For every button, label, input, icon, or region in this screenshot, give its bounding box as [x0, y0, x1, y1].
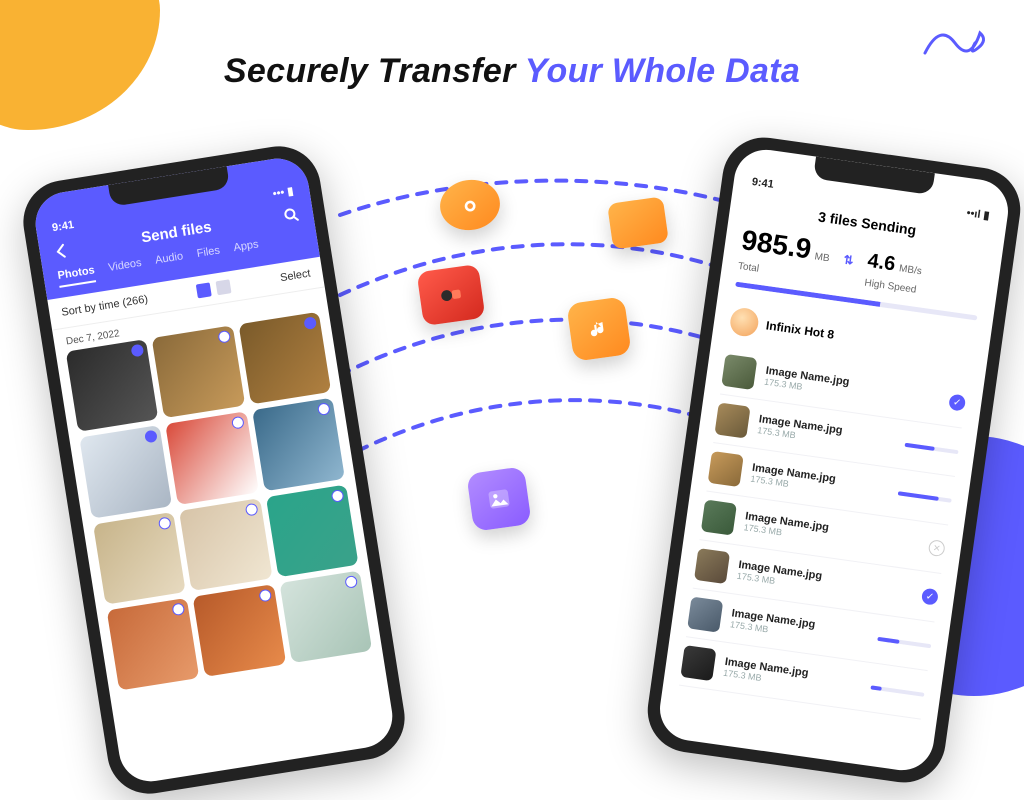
- check-icon: ✓: [948, 394, 966, 412]
- photo-thumb[interactable]: [193, 584, 286, 677]
- item-progress-bar: [898, 491, 952, 502]
- sort-label[interactable]: Sort by time (266): [61, 293, 149, 319]
- photo-thumb[interactable]: [252, 398, 345, 491]
- tab-photos[interactable]: Photos: [57, 264, 97, 288]
- photo-thumb[interactable]: [279, 571, 372, 664]
- file-thumb: [701, 499, 737, 535]
- select-indicator-icon[interactable]: [172, 602, 186, 616]
- file-thumb: [680, 645, 716, 681]
- file-thumb: [694, 548, 730, 584]
- check-icon: ✓: [921, 588, 939, 606]
- select-indicator-icon[interactable]: [217, 330, 231, 344]
- file-size: 175.3 MB: [729, 619, 867, 648]
- select-indicator-icon[interactable]: [317, 403, 331, 417]
- search-icon[interactable]: [282, 205, 300, 223]
- select-indicator-icon[interactable]: [344, 575, 358, 589]
- file-thumb: [721, 354, 757, 390]
- photo-thumb[interactable]: [66, 339, 159, 432]
- photo-thumb[interactable]: [152, 325, 245, 418]
- file-size: 175.3 MB: [750, 474, 888, 503]
- file-name: Image Name.jpg175.3 MB: [750, 462, 890, 503]
- select-indicator-icon[interactable]: [258, 589, 272, 603]
- photo-thumb[interactable]: [266, 484, 359, 577]
- file-size: 175.3 MB: [757, 425, 895, 454]
- speed-value: 4.6: [866, 250, 897, 276]
- select-indicator-icon[interactable]: [158, 516, 172, 530]
- photo-thumb[interactable]: [93, 512, 186, 605]
- tab-audio[interactable]: Audio: [154, 250, 185, 272]
- file-size: 175.3 MB: [723, 668, 861, 697]
- total-value: 985.9: [740, 224, 814, 264]
- tab-videos[interactable]: Videos: [107, 257, 143, 280]
- status-signal-icon: ••ıl ▮: [966, 206, 991, 222]
- photo-thumb[interactable]: [79, 425, 172, 518]
- device-name: Infinix Hot 8: [765, 318, 835, 341]
- select-indicator-icon[interactable]: [303, 316, 317, 330]
- back-icon[interactable]: [53, 241, 71, 259]
- select-indicator-icon[interactable]: [331, 489, 345, 503]
- select-indicator-icon[interactable]: [231, 416, 245, 430]
- photo-thumb[interactable]: [107, 598, 200, 691]
- avatar: [728, 306, 760, 338]
- photo-thumb[interactable]: [179, 498, 272, 591]
- video-icon: [417, 264, 486, 326]
- tab-files[interactable]: Files: [196, 244, 222, 265]
- folder-icon: [607, 196, 669, 249]
- select-indicator-icon[interactable]: [145, 430, 159, 444]
- camera-icon: [437, 176, 503, 234]
- select-toggle[interactable]: Select: [279, 268, 311, 285]
- cancel-icon[interactable]: ✕: [928, 539, 946, 557]
- photo-thumb[interactable]: [166, 412, 259, 505]
- select-indicator-icon[interactable]: [131, 344, 145, 358]
- transfer-icon: ⇅: [843, 252, 855, 267]
- photo-thumb[interactable]: [238, 312, 331, 405]
- item-progress-bar: [870, 685, 924, 696]
- tab-apps[interactable]: Apps: [233, 238, 261, 260]
- phone-sender: 9:41 ••• ▮ Send files PhotosVideosAudioF…: [17, 140, 410, 799]
- file-thumb: [708, 451, 744, 487]
- select-indicator-icon[interactable]: [244, 502, 258, 516]
- file-name: Image Name.jpg175.3 MB: [757, 413, 897, 454]
- file-thumb: [714, 402, 750, 438]
- view-list-icon[interactable]: [216, 279, 232, 295]
- item-progress-bar: [905, 443, 959, 454]
- image-icon: [466, 466, 532, 532]
- file-thumb: [687, 597, 723, 633]
- music-icon: [566, 296, 632, 362]
- file-name: Image Name.jpg175.3 MB: [723, 656, 863, 697]
- status-signal-icon: ••• ▮: [272, 184, 294, 200]
- status-time: 9:41: [751, 176, 775, 192]
- item-progress-bar: [877, 637, 931, 648]
- status-time: 9:41: [51, 219, 75, 235]
- view-grid-icon[interactable]: [196, 282, 212, 298]
- file-name: Image Name.jpg175.3 MB: [729, 607, 869, 648]
